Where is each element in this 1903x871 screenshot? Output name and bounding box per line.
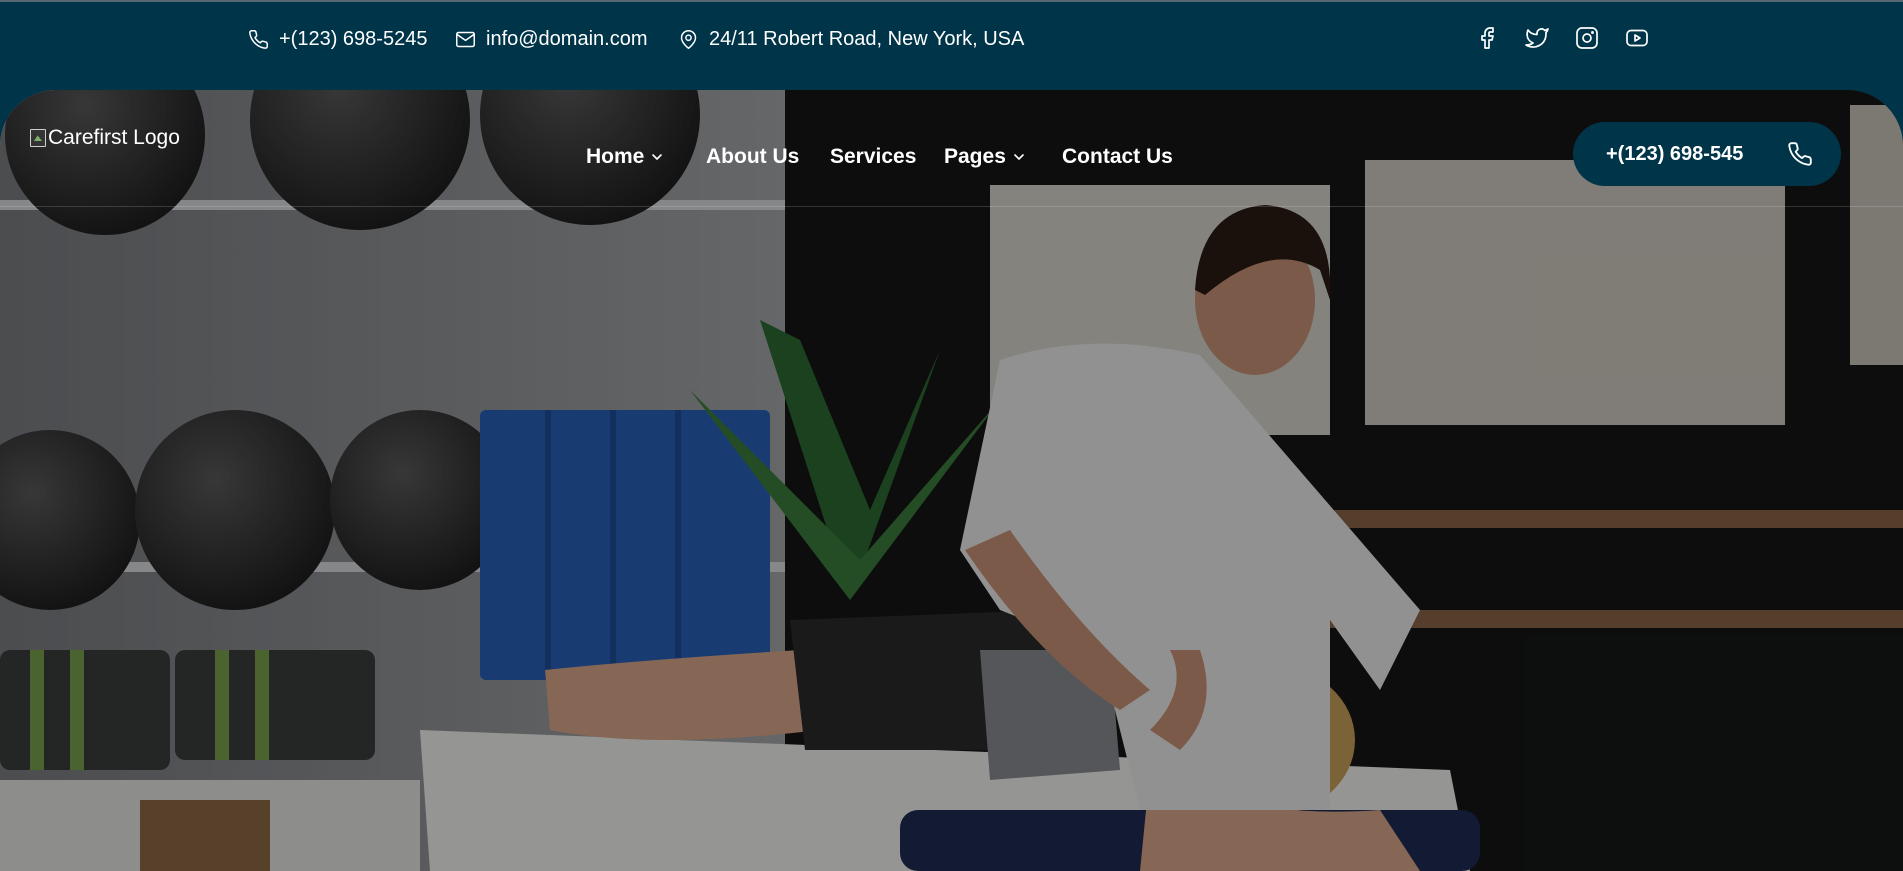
top-email[interactable]: info@domain.com	[455, 26, 647, 52]
youtube-link[interactable]	[1623, 24, 1651, 52]
nav-home[interactable]: Home	[586, 142, 665, 172]
nav-home-label: Home	[586, 145, 645, 168]
hero-section: Carefirst Logo Home About Us Services Pa…	[0, 90, 1903, 871]
top-info-bar: +(123) 698-5245 info@domain.com 24/11 Ro…	[0, 0, 1903, 90]
mail-icon	[456, 31, 475, 47]
phone-icon	[249, 29, 268, 49]
call-button-label: +(123) 698-545	[1606, 142, 1744, 165]
nav-pages[interactable]: Pages	[944, 142, 1027, 172]
map-pin-icon	[680, 29, 697, 49]
call-button[interactable]: +(123) 698-545	[1573, 122, 1841, 186]
top-email-text: info@domain.com	[486, 27, 648, 50]
twitter-icon	[1525, 28, 1549, 48]
hero-overlay	[0, 90, 1903, 871]
instagram-icon	[1576, 27, 1598, 49]
nav-contact-us[interactable]: Contact Us	[1062, 142, 1173, 172]
broken-image-icon	[30, 129, 46, 147]
logo-alt-text: Carefirst Logo	[48, 126, 180, 149]
site-logo[interactable]: Carefirst Logo	[30, 126, 180, 150]
nav-services[interactable]: Services	[830, 142, 916, 172]
chevron-down-icon	[652, 154, 663, 160]
chevron-down-icon	[1014, 154, 1024, 160]
nav-services-label: Services	[830, 145, 917, 168]
top-phone[interactable]: +(123) 698-5245	[248, 26, 427, 52]
instagram-link[interactable]	[1573, 24, 1601, 52]
facebook-link[interactable]	[1473, 24, 1501, 52]
facebook-icon	[1481, 27, 1494, 49]
nav-about-us[interactable]: About Us	[706, 142, 799, 172]
top-address-text: 24/11 Robert Road, New York, USA	[709, 27, 1025, 50]
youtube-icon	[1626, 29, 1648, 47]
nav-contact-us-label: Contact Us	[1062, 145, 1173, 168]
top-phone-text: +(123) 698-5245	[279, 27, 428, 50]
nav-pages-label: Pages	[944, 145, 1006, 168]
twitter-link[interactable]	[1523, 24, 1551, 52]
main-header: Carefirst Logo Home About Us Services Pa…	[0, 90, 1903, 207]
nav-about-us-label: About Us	[706, 145, 800, 168]
phone-icon	[1788, 142, 1812, 166]
top-address: 24/11 Robert Road, New York, USA	[678, 26, 1024, 52]
